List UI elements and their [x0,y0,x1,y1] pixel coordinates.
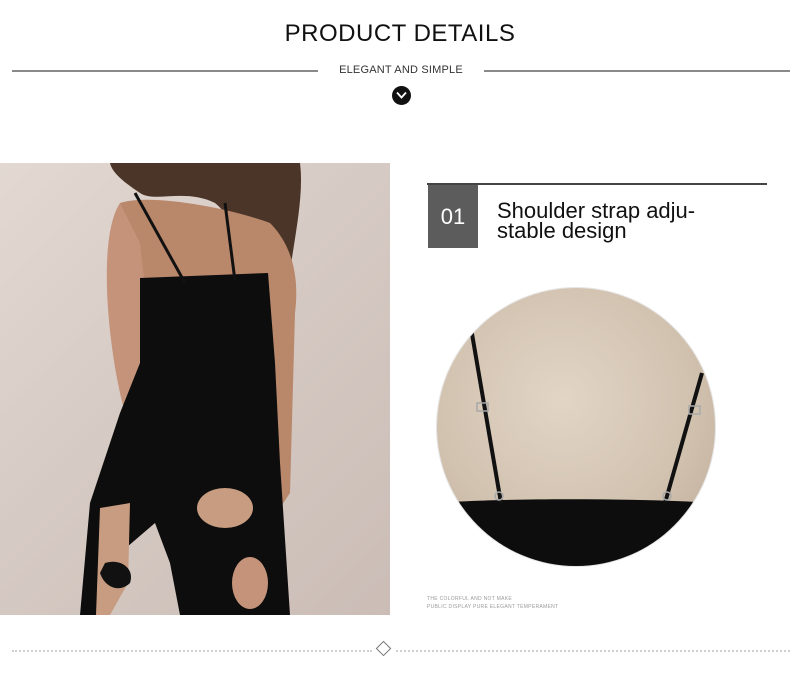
footer-divider-left [12,650,372,652]
header-rule-right [484,70,790,72]
footer-divider-right [396,650,790,652]
model-photo [0,163,390,615]
page-title: PRODUCT DETAILS [284,20,516,47]
fine-print-line1: THE COLORFUL AND NOT MAKE [427,596,513,602]
fine-print-line2: PUBLIC DISPLAY PURE ELEGANT TEMPERAMENT [427,604,559,610]
header-rule-left [12,70,318,72]
chevron-down-icon [392,86,411,105]
diamond-icon [375,640,392,657]
header-subtitle: ELEGANT AND SIMPLE [339,64,463,76]
feature-description-line2: stable design [497,218,627,243]
feature-description: Shoulder strap adju- stable design [497,200,747,243]
feature-top-line [427,183,767,185]
feature-number-box: 01 [428,185,478,248]
fine-print: THE COLORFUL AND NOT MAKE PUBLIC DISPLAY… [427,595,667,611]
strap-detail-photo [437,288,715,566]
